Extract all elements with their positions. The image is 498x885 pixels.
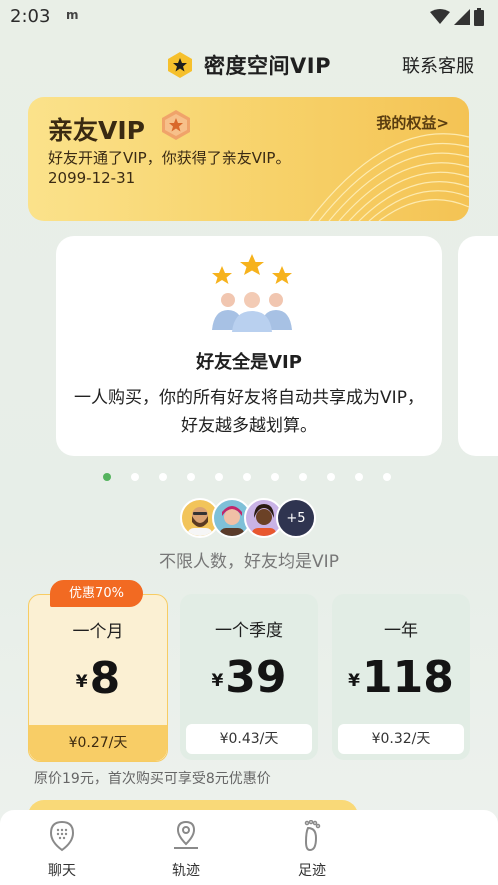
my-rights-link[interactable]: 我的权益> xyxy=(376,112,449,133)
wifi-icon xyxy=(430,9,450,24)
plan-monthly[interactable]: 一个月 ¥8 ¥0.27/天 xyxy=(28,594,168,762)
feature-card[interactable]: 好友全是VIP 一人购买，你的所有好友将自动共享成为VIP，好友越多越划算。 xyxy=(56,236,442,456)
feature-title: 好友全是VIP xyxy=(196,352,302,373)
pager-dot[interactable] xyxy=(299,473,307,481)
plan-quarterly[interactable]: 一个季度 ¥39 ¥0.43/天 xyxy=(180,594,318,760)
price-value: 39 xyxy=(225,652,287,703)
pager-dot[interactable] xyxy=(187,473,195,481)
footprint-icon xyxy=(304,819,321,852)
tab-footprint[interactable]: 足迹 xyxy=(272,819,352,880)
friend-vip-medal-icon xyxy=(162,110,190,140)
battery-icon xyxy=(474,8,484,26)
status-time: 2:03 xyxy=(10,6,51,27)
currency-symbol: ¥ xyxy=(75,672,88,692)
vip-card-description: 好友开通了VIP，你获得了亲友VIP。 xyxy=(48,149,291,167)
page-title: 密度空间VIP xyxy=(204,54,331,78)
friends-stars-illustration-icon xyxy=(212,254,292,332)
tab-label: 轨迹 xyxy=(172,863,200,879)
plan-daily-price: ¥0.32/天 xyxy=(338,724,464,754)
tab-track[interactable]: 轨迹 xyxy=(146,820,226,880)
pager-dot[interactable] xyxy=(159,473,167,481)
plan-price: ¥118 xyxy=(332,652,470,703)
pager-dot[interactable] xyxy=(271,473,279,481)
pager-dot[interactable] xyxy=(327,473,335,481)
more-friends-badge: +5 xyxy=(276,498,316,538)
vip-status-card: 亲友VIP 我的权益> 好友开通了VIP，你获得了亲友VIP。 2099-12-… xyxy=(28,97,469,221)
header: 密度空间VIP 联系客服 xyxy=(0,44,498,86)
original-price-note: 原价19元，首次购买可享受8元优惠价 xyxy=(34,771,271,787)
plan-name: 一个月 xyxy=(72,622,124,642)
price-value: 8 xyxy=(89,653,121,704)
contact-service-button[interactable]: 联系客服 xyxy=(402,52,474,78)
plan-yearly[interactable]: 一年 ¥118 ¥0.32/天 xyxy=(332,594,470,760)
friend-avatars: +5 xyxy=(180,498,330,538)
pager-dot[interactable] xyxy=(383,473,391,481)
carousel-pager xyxy=(103,473,391,481)
plan-price: ¥39 xyxy=(180,652,318,703)
plan-name: 一个季度 xyxy=(215,621,283,641)
discount-badge: 优惠70% xyxy=(50,580,143,607)
unlimited-caption: 不限人数，好友均是VIP xyxy=(159,552,339,572)
vip-badge-icon xyxy=(168,52,192,78)
currency-symbol: ¥ xyxy=(348,671,360,691)
pager-dot-active[interactable] xyxy=(103,473,111,481)
plan-daily-price: ¥0.27/天 xyxy=(29,725,167,761)
pager-dot[interactable] xyxy=(215,473,223,481)
pager-dot[interactable] xyxy=(243,473,251,481)
currency-symbol: ¥ xyxy=(211,671,224,691)
price-value: 118 xyxy=(361,652,454,703)
chat-bubble-icon xyxy=(49,820,75,852)
status-icons xyxy=(430,8,484,26)
tab-label: 聊天 xyxy=(48,863,76,879)
plan-daily-price: ¥0.43/天 xyxy=(186,724,312,754)
bottom-tab-bar: 聊天 轨迹 足迹 xyxy=(0,810,498,885)
vip-card-title: 亲友VIP xyxy=(48,116,145,145)
signal-icon xyxy=(454,9,470,25)
tab-chat[interactable]: 聊天 xyxy=(22,820,102,880)
status-bar: 2:03 m xyxy=(0,0,498,32)
pager-dot[interactable] xyxy=(355,473,363,481)
plan-price: ¥8 xyxy=(29,653,167,704)
feature-description: 一人购买，你的所有好友将自动共享成为VIP，好友越多越划算。 xyxy=(74,388,424,436)
next-feature-card[interactable] xyxy=(458,236,498,456)
tab-label: 足迹 xyxy=(298,863,326,879)
plan-name: 一年 xyxy=(384,621,418,641)
vip-expiry-date: 2099-12-31 xyxy=(48,169,136,187)
map-pin-icon xyxy=(174,820,198,849)
notification-icon: m xyxy=(66,8,79,22)
pager-dot[interactable] xyxy=(131,473,139,481)
